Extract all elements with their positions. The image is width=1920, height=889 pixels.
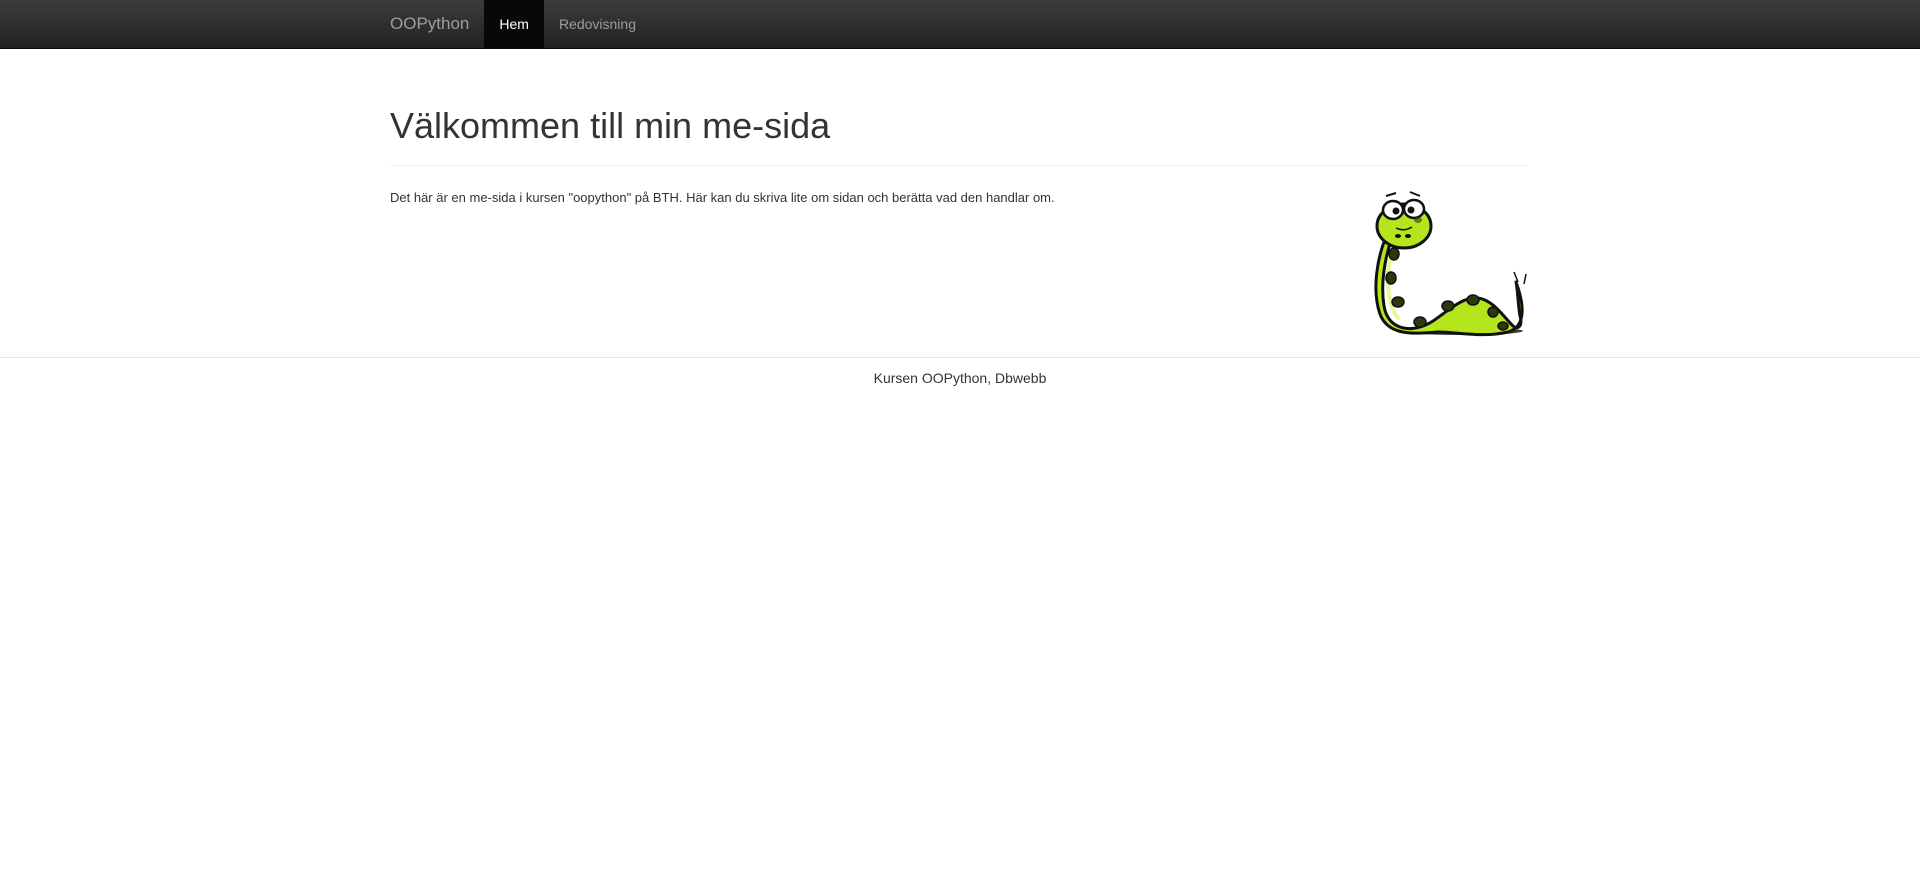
footer-text: Kursen OOPython, Dbwebb bbox=[873, 370, 1047, 386]
intro-paragraph: Det här är en me-sida i kursen "oopython… bbox=[390, 190, 1055, 205]
main-content: Det här är en me-sida i kursen "oopython… bbox=[390, 186, 1528, 346]
nav-item-redovisning[interactable]: Redovisning bbox=[544, 0, 651, 48]
top-navbar: OOPython Hem Redovisning bbox=[0, 0, 1920, 49]
page-title: Välkommen till min me-sida bbox=[390, 105, 831, 146]
navbar-brand[interactable]: OOPython bbox=[390, 0, 484, 48]
navbar-inner: OOPython Hem Redovisning bbox=[390, 0, 651, 48]
nav-item-hem[interactable]: Hem bbox=[484, 0, 544, 48]
python-snake-mascot-icon bbox=[1368, 186, 1528, 338]
footer-divider bbox=[0, 357, 1920, 358]
page-header: Välkommen till min me-sida bbox=[390, 90, 1528, 166]
